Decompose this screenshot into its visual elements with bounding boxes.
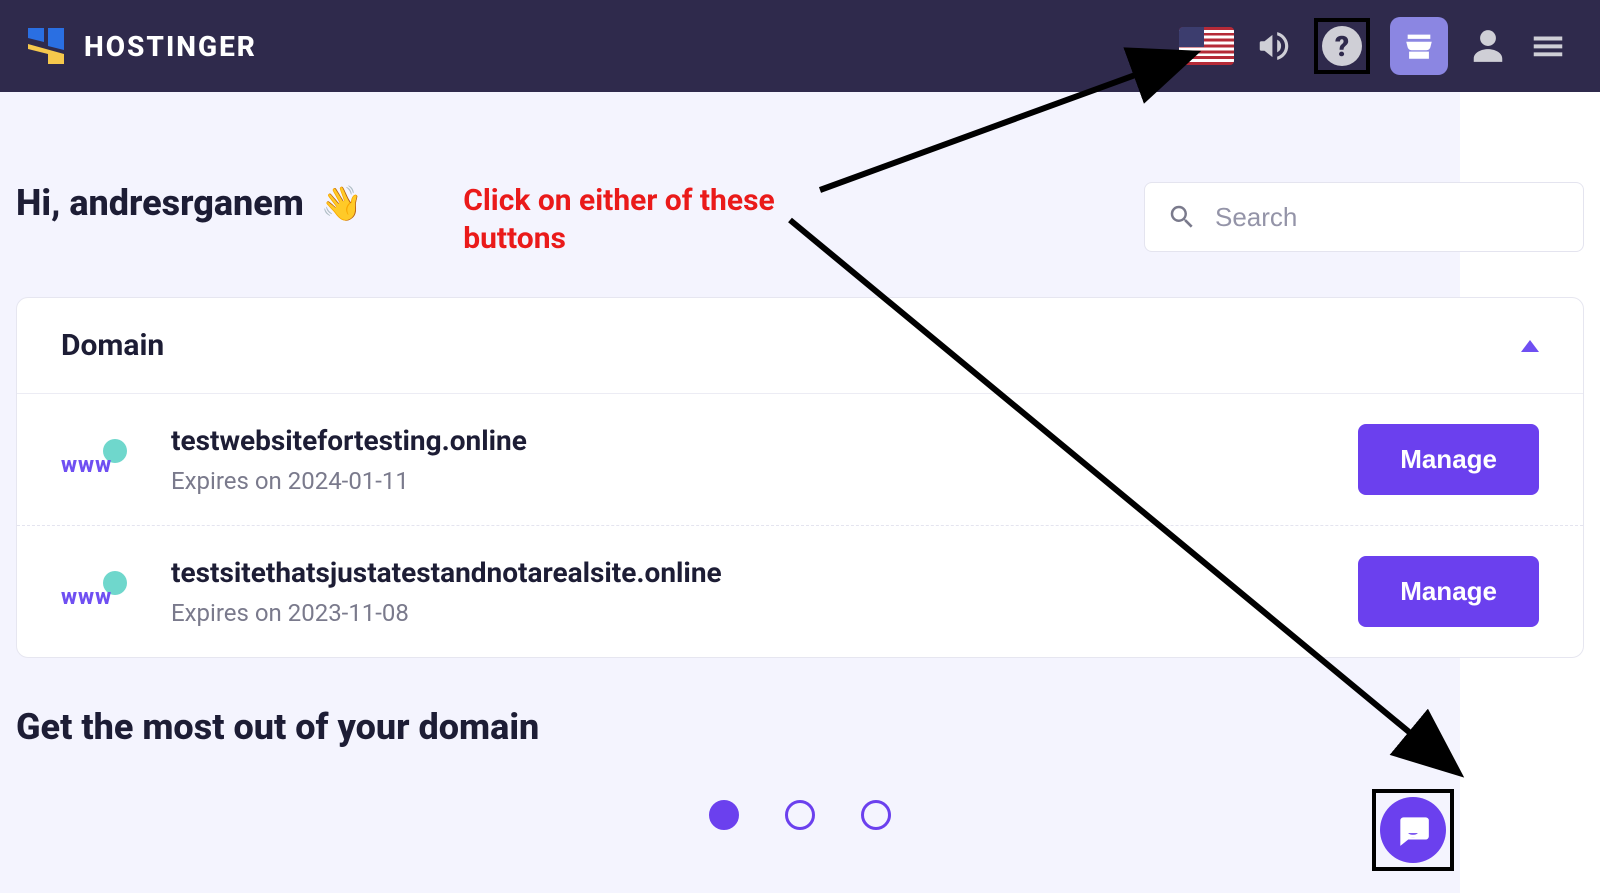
marketplace-button[interactable] bbox=[1390, 17, 1448, 75]
wave-emoji: 👋 bbox=[321, 184, 363, 224]
chevron-up-icon bbox=[1521, 340, 1539, 352]
domain-row: www testwebsitefortesting.online Expires… bbox=[17, 394, 1583, 525]
domain-panel: Domain www testwebsitefortesting.online … bbox=[16, 297, 1584, 658]
store-icon bbox=[1402, 29, 1436, 63]
search-input[interactable] bbox=[1215, 202, 1561, 233]
carousel-dot-3[interactable] bbox=[861, 800, 891, 830]
announcements-button[interactable] bbox=[1254, 26, 1294, 66]
manage-button[interactable]: Manage bbox=[1358, 424, 1539, 495]
www-icon: www bbox=[61, 447, 131, 472]
carousel-dot-2[interactable] bbox=[785, 800, 815, 830]
help-button[interactable]: ? bbox=[1322, 26, 1362, 66]
subheading: Get the most out of your domain bbox=[4, 658, 1596, 778]
brand-name: HOSTINGER bbox=[84, 30, 257, 63]
search-box[interactable] bbox=[1144, 182, 1584, 252]
search-icon bbox=[1167, 202, 1197, 232]
manage-button[interactable]: Manage bbox=[1358, 556, 1539, 627]
www-icon: www bbox=[61, 579, 131, 604]
hamburger-icon bbox=[1529, 27, 1567, 65]
chat-button-highlight bbox=[1372, 789, 1454, 871]
chat-icon bbox=[1394, 811, 1432, 849]
domain-expire: Expires on 2023-11-08 bbox=[171, 599, 1318, 627]
domain-panel-header[interactable]: Domain bbox=[17, 298, 1583, 394]
menu-button[interactable] bbox=[1528, 26, 1568, 66]
greeting-text: Hi, andresrganem 👋 bbox=[16, 182, 363, 224]
megaphone-icon bbox=[1255, 27, 1293, 65]
account-button[interactable] bbox=[1468, 26, 1508, 66]
annotation-text: Click on either of these buttons bbox=[463, 182, 823, 257]
question-icon: ? bbox=[1322, 26, 1362, 66]
topbar-actions: ? bbox=[1179, 17, 1576, 75]
domain-row: www testsitethatsjustatestandnotarealsit… bbox=[17, 525, 1583, 657]
user-icon bbox=[1469, 27, 1507, 65]
help-button-highlight: ? bbox=[1314, 18, 1370, 74]
chat-button[interactable] bbox=[1380, 797, 1446, 863]
domain-expire: Expires on 2024-01-11 bbox=[171, 467, 1318, 495]
language-flag-icon[interactable] bbox=[1179, 27, 1234, 65]
hostinger-mark-icon bbox=[24, 24, 68, 68]
carousel-dots bbox=[4, 800, 1596, 830]
domain-name: testwebsitefortesting.online bbox=[171, 424, 1318, 457]
domain-name: testsitethatsjustatestandnotarealsite.on… bbox=[171, 556, 1318, 589]
domain-panel-title: Domain bbox=[61, 328, 164, 363]
carousel-dot-1[interactable] bbox=[709, 800, 739, 830]
brand-logo[interactable]: HOSTINGER bbox=[24, 24, 257, 68]
top-navbar: HOSTINGER ? bbox=[0, 0, 1600, 92]
